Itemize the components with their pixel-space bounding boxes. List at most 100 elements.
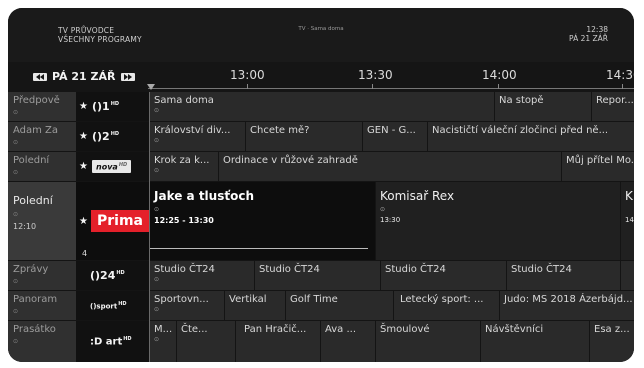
previous-program[interactable]: Polední ⊙ <box>8 152 76 181</box>
audio-description-icon: ⊙ <box>13 338 19 345</box>
previous-program[interactable]: Předpově ⊙ <box>8 92 76 121</box>
audio-description-icon: ⊙ <box>13 169 19 176</box>
channel-row: Polední ⊙ ★ novaHD Krok za k... ⊙ Ordina… <box>8 152 634 182</box>
timeline-tick <box>372 84 373 89</box>
program-title: Zprávy <box>13 264 49 275</box>
program-cell[interactable]: Studio ČT24 ⊙ <box>150 261 255 290</box>
time-label: 13:00 <box>230 68 265 82</box>
timeline-tick <box>247 84 248 89</box>
program-title: Na stopě <box>499 95 544 106</box>
program-title: Komisař Rex <box>380 189 455 203</box>
program-cell[interactable]: Království div... ⊙ <box>150 122 246 151</box>
program-cell[interactable]: Golf Time <box>286 291 394 320</box>
favorite-star-icon: ★ <box>79 131 88 142</box>
program-title: Studio ČT24 <box>511 264 572 275</box>
program-cell[interactable]: Čte... <box>177 321 236 362</box>
program-title: Můj přítel Mo... <box>566 155 634 166</box>
clock: 12:38 PÁ 21 ZÁŘ <box>569 25 608 43</box>
program-title: Repor... <box>596 95 634 106</box>
time-label: 13:30 <box>358 68 393 82</box>
program-cell[interactable]: Krok za k... ⊙ <box>150 152 219 181</box>
program-title: GEN - G... <box>367 125 416 136</box>
favorite-star-icon: ★ <box>79 101 88 112</box>
audio-description-icon: ⊙ <box>13 308 19 315</box>
audio-description-icon: ⊙ <box>154 167 160 174</box>
current-time-line <box>149 92 150 362</box>
program-cell[interactable]: Studio ČT24 <box>255 261 381 290</box>
channel-logo-cell[interactable]: :D artHD <box>76 321 150 362</box>
channel-logo-cell[interactable]: ★ novaHD <box>76 152 150 181</box>
channel-logo-cell[interactable]: ()24HD <box>76 261 150 290</box>
audio-description-icon: ⊙ <box>154 206 160 213</box>
program-cell[interactable]: K... 14:... <box>621 182 634 260</box>
timeline-tick <box>498 84 499 89</box>
channel-logo-cell[interactable]: ★ ()2HD <box>76 122 150 151</box>
date-navigator: PÁ 21 ZÁŘ <box>28 70 140 83</box>
ct-d-art-logo: :D artHD <box>90 335 132 348</box>
program-title: Esa z... <box>594 324 630 335</box>
clock-date: PÁ 21 ZÁŘ <box>569 34 608 43</box>
program-cell[interactable]: GEN - G... <box>363 122 428 151</box>
program-cell[interactable]: Letecký sport: ... <box>394 291 500 320</box>
tv-guide-screen: TV PRŮVODCE VŠECHNY PROGRAMY TV · Sama d… <box>8 8 634 362</box>
audio-description-icon: ⊙ <box>154 336 160 343</box>
program-title: Ava ... <box>325 324 357 335</box>
previous-day-icon[interactable] <box>33 72 47 81</box>
program-cell[interactable]: Sama doma ⊙ <box>150 92 495 121</box>
header: TV PRŮVODCE VŠECHNY PROGRAMY TV · Sama d… <box>8 8 634 62</box>
channel-row: Předpově ⊙ ★ ()1HD Sama doma ⊙ Na stopě … <box>8 92 634 122</box>
program-cell[interactable] <box>621 261 634 290</box>
program-cell[interactable]: Repor... <box>592 92 634 121</box>
program-title: Studio ČT24 <box>259 264 320 275</box>
program-title: Jake a tlusťoch <box>154 189 254 203</box>
program-title: Návštěvníci <box>485 324 544 335</box>
current-date: PÁ 21 ZÁŘ <box>52 70 116 83</box>
ct-sport-logo: ()sportHD <box>90 300 127 311</box>
program-cell[interactable]: Ava ... <box>321 321 376 362</box>
program-cell[interactable]: Nacističtí váleční zločinci před ně... <box>428 122 634 151</box>
now-indicator-icon <box>147 84 155 90</box>
program-title: Polední <box>13 194 53 207</box>
program-cell[interactable]: Judo: MS 2018 Ázerbájd... <box>500 291 634 320</box>
program-title: Sama doma <box>154 95 214 106</box>
channel-logo-cell[interactable]: ★ ()1HD <box>76 92 150 121</box>
favorite-star-icon: ★ <box>79 215 88 227</box>
program-cell[interactable]: Chcete mě? <box>246 122 363 151</box>
program-title: Krok za k... <box>154 155 210 166</box>
program-cell[interactable]: Studio ČT24 <box>507 261 621 290</box>
program-title: Golf Time <box>290 294 338 305</box>
channel-logo-cell[interactable]: ()sportHD <box>76 291 150 320</box>
program-time: 12:25 - 13:30 <box>154 216 214 225</box>
guide-title-line2: VŠECHNY PROGRAMY <box>58 35 142 44</box>
channel-logo-cell[interactable]: ★ Prima 4 <box>76 182 150 260</box>
program-cell[interactable]: Na stopě <box>495 92 592 121</box>
audio-description-icon: ⊙ <box>13 139 19 146</box>
program-title: Království div... <box>154 125 231 136</box>
previous-program[interactable]: Panoram ⊙ <box>8 291 76 320</box>
program-cell[interactable]: Studio ČT24 <box>381 261 507 290</box>
previous-program[interactable]: Polední ⊙ 12:10 <box>8 182 76 260</box>
program-cell[interactable]: Ordinace v růžové zahradě <box>219 152 562 181</box>
program-cell[interactable]: Návštěvníci <box>481 321 590 362</box>
program-cell[interactable]: Pan Hračič... <box>236 321 321 362</box>
program-title: M... <box>154 324 173 335</box>
program-cell[interactable]: Komisař Rex ⊙ 13:30 <box>376 182 621 260</box>
channel-row: Prasátko ⊙ :D artHD M... ⊙ Čte... Pan Hr… <box>8 321 634 362</box>
audio-description-icon: ⊙ <box>380 206 386 213</box>
previous-program[interactable]: Adam Za ⊙ <box>8 122 76 151</box>
previous-program[interactable]: Zprávy ⊙ <box>8 261 76 290</box>
next-day-icon[interactable] <box>120 72 135 81</box>
audio-description-icon: ⊙ <box>13 211 19 218</box>
program-title: Polední <box>13 155 50 166</box>
audio-description-icon: ⊙ <box>154 137 160 144</box>
program-cell[interactable]: Sportovn... ⊙ <box>150 291 225 320</box>
program-cell[interactable]: Vertikal <box>225 291 286 320</box>
program-cell[interactable]: Šmoulové <box>376 321 481 362</box>
channel-row: Panoram ⊙ ()sportHD Sportovn... ⊙ Vertik… <box>8 291 634 321</box>
program-cell[interactable]: M... ⊙ <box>150 321 177 362</box>
program-cell[interactable]: Esa z... <box>590 321 634 362</box>
previous-program[interactable]: Prasátko ⊙ <box>8 321 76 362</box>
program-title: Vertikal <box>229 294 267 305</box>
program-cell[interactable]: Můj přítel Mo... <box>562 152 634 181</box>
clock-time: 12:38 <box>586 25 608 34</box>
